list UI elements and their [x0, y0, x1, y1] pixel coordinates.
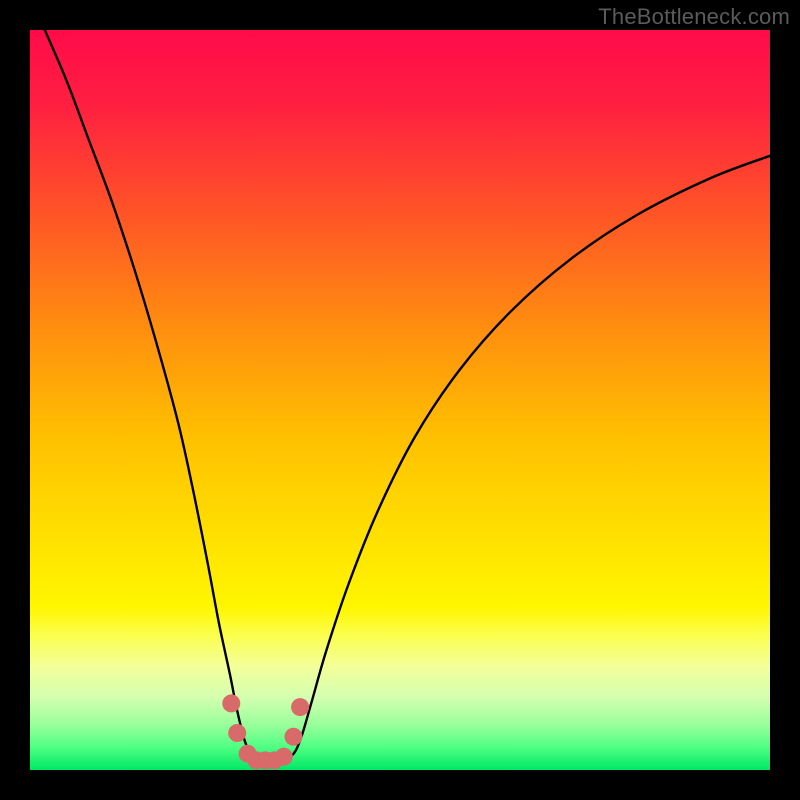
trough-marker: [291, 698, 309, 716]
trough-marker: [275, 748, 293, 766]
bottleneck-curve: [45, 30, 770, 762]
curve-layer: [30, 30, 770, 770]
plot-area: [30, 30, 770, 770]
watermark-text: TheBottleneck.com: [598, 4, 790, 30]
trough-marker: [228, 724, 246, 742]
trough-markers: [222, 694, 309, 769]
trough-marker: [284, 728, 302, 746]
chart-frame: TheBottleneck.com: [0, 0, 800, 800]
trough-marker: [222, 694, 240, 712]
